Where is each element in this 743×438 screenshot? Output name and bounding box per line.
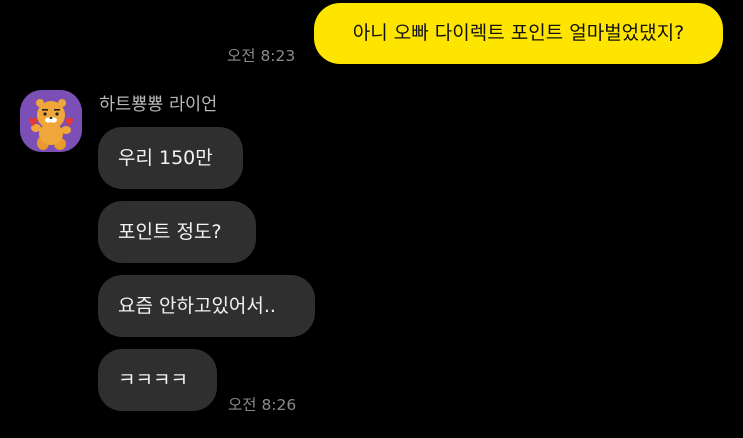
chat-area: 아니 오빠 다이렉트 포인트 얼마벌었댔지? 오전 8:23 하트뿅뿅 라이언 …: [0, 0, 743, 438]
received-message-text: 우리 150만: [118, 147, 213, 169]
ryan-character-icon: [20, 90, 82, 152]
received-message-text: ㅋㅋㅋㅋ: [118, 369, 188, 391]
sender-avatar[interactable]: [20, 90, 82, 152]
sent-message-text: 아니 오빠 다이렉트 포인트 얼마벌었댔지?: [352, 22, 685, 44]
sent-message-bubble[interactable]: 아니 오빠 다이렉트 포인트 얼마벌었댔지?: [314, 3, 723, 64]
received-message-text: 포인트 정도?: [118, 221, 222, 243]
received-message-time: 오전 8:26: [228, 396, 297, 414]
received-message-bubble[interactable]: 요즘 안하고있어서..: [98, 275, 315, 337]
received-message-bubble[interactable]: 우리 150만: [98, 127, 243, 189]
sent-message-time: 오전 8:23: [227, 47, 296, 65]
received-message-bubble[interactable]: ㅋㅋㅋㅋ: [98, 349, 217, 411]
received-message-text: 요즘 안하고있어서..: [118, 295, 276, 317]
received-message-bubble[interactable]: 포인트 정도?: [98, 201, 256, 263]
sender-name: 하트뿅뿅 라이언: [99, 95, 218, 115]
